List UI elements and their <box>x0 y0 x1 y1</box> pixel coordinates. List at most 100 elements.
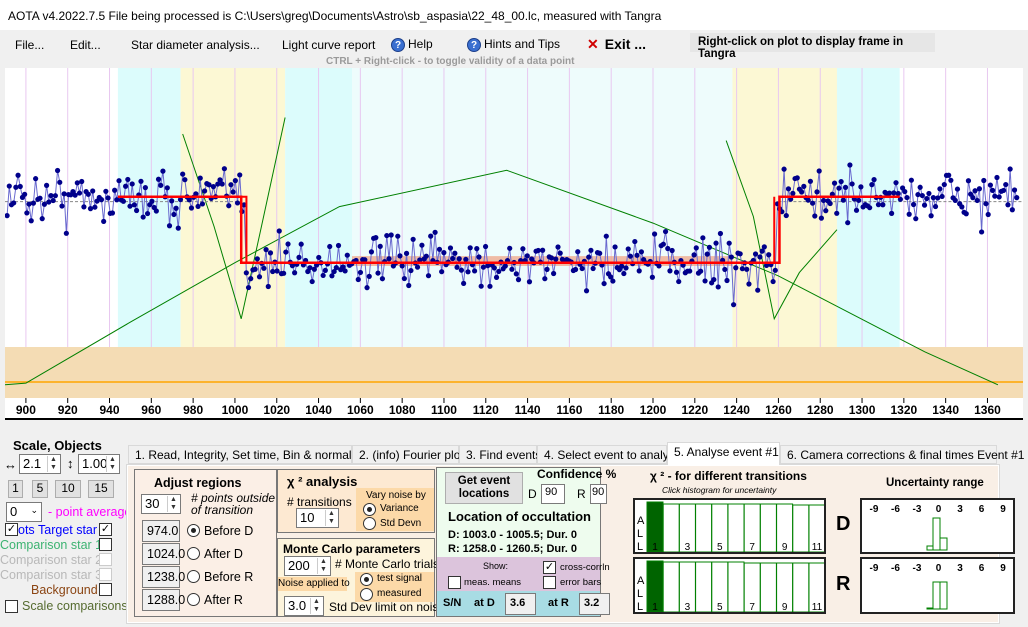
x-tick-label: 1320 <box>890 403 917 417</box>
light-curve-svg[interactable]: 900 920 940 960 980 1000 1020 1040 1060 1080 1100 1… <box>5 68 1023 418</box>
scale-comparisons-checkbox[interactable] <box>5 600 18 613</box>
region-value[interactable]: 974.0 <box>142 520 180 542</box>
target-star-prefix: ots <box>18 523 35 537</box>
data-point <box>166 223 173 229</box>
comparison-star-3-checkbox[interactable] <box>99 568 112 581</box>
spin-arrows-icon[interactable]: ▲ ▼ <box>317 558 329 574</box>
target-star-checkbox[interactable]: ✓ <box>99 523 112 536</box>
data-point <box>401 275 407 282</box>
confidence-d-input[interactable]: 90 <box>541 484 565 504</box>
comparison-star-2-checkbox[interactable] <box>99 553 112 566</box>
spin-arrows-icon[interactable]: ▲ ▼ <box>106 456 118 472</box>
show-label: Show: <box>483 561 509 571</box>
cross-correlation-checkbox[interactable]: ✓ <box>543 561 556 574</box>
region-radio[interactable] <box>187 570 200 583</box>
data-point <box>296 254 302 260</box>
data-point <box>158 182 164 188</box>
horizontal-scale-input[interactable]: 2.1 ▲ ▼ <box>19 454 61 474</box>
data-point <box>976 186 983 192</box>
vertical-scale-input[interactable]: 1.00 ▲ ▼ <box>78 454 120 474</box>
region-value[interactable]: 1238.0 <box>142 566 185 588</box>
menu-hints[interactable]: ? Hints and Tips <box>467 37 560 52</box>
scale-button-15[interactable]: 15 <box>88 480 114 498</box>
data-point <box>928 213 934 219</box>
uncertainty-tick: 6 <box>979 563 985 574</box>
stddev-radio[interactable] <box>363 517 376 530</box>
spin-arrows-icon[interactable]: ▲ ▼ <box>310 598 322 614</box>
data-point <box>924 195 930 202</box>
data-point <box>123 183 129 189</box>
monte-carlo-trials-input[interactable]: 200 ▲ ▼ <box>284 556 331 576</box>
data-point <box>129 181 135 187</box>
data-point <box>11 200 17 206</box>
scale-button-1[interactable]: 1 <box>8 480 23 498</box>
background-checkbox[interactable] <box>99 583 112 596</box>
tab-select-event[interactable]: 4. Select event to analyse <box>537 445 681 464</box>
tab-find-events[interactable]: 3. Find events <box>459 445 541 464</box>
data-point <box>13 184 19 190</box>
bar-label: 1 <box>652 542 658 552</box>
data-point <box>702 278 708 284</box>
data-point <box>327 243 333 250</box>
meas-means-checkbox[interactable] <box>448 576 461 589</box>
uncertainty-tick: -6 <box>891 504 900 515</box>
data-point <box>292 270 298 276</box>
test-signal-radio[interactable] <box>360 573 373 586</box>
uncertainty-tick: -9 <box>870 563 879 574</box>
get-event-locations-button[interactable]: Get event locations <box>445 472 523 504</box>
spin-arrows-icon[interactable]: ▲ ▼ <box>325 510 337 526</box>
tab-read-integrity[interactable]: 1. Read, Integrity, Set time, Bin & norm… <box>128 445 367 464</box>
menu-file[interactable]: File... <box>15 38 44 52</box>
menu-star-diameter[interactable]: Star diameter analysis... <box>131 38 260 52</box>
data-point <box>153 208 159 214</box>
points-outside-input[interactable]: 30 ▲ ▼ <box>141 494 181 514</box>
x-tick-label: 1280 <box>807 403 834 417</box>
tab-camera-corrections[interactable]: 6. Camera corrections & final times Even… <box>780 445 1024 464</box>
point-average-select[interactable]: 0 ⌄ <box>6 502 42 522</box>
variance-radio[interactable] <box>363 503 376 516</box>
data-point <box>660 241 666 247</box>
data-point <box>715 284 721 290</box>
data-point <box>493 274 500 280</box>
spin-arrows-icon[interactable]: ▲ ▼ <box>167 496 179 512</box>
data-point <box>979 229 985 235</box>
region-radio[interactable] <box>187 593 200 606</box>
tab-fourier-plot[interactable]: 2. (info) Fourier plot <box>352 445 464 464</box>
comparison-star-1-checkbox[interactable] <box>99 538 112 551</box>
bar-label: 5 <box>717 602 723 612</box>
menu-exit[interactable]: ✕ Exit ... <box>587 36 646 53</box>
menu-edit[interactable]: Edit... <box>70 38 101 52</box>
confidence-r-input[interactable]: 90 <box>590 484 607 504</box>
data-point <box>17 183 23 190</box>
x-tick-label: 900 <box>16 403 36 417</box>
data-point <box>869 182 875 188</box>
data-point <box>871 177 877 183</box>
std-dev-limit-input[interactable]: 3.0 ▲ ▼ <box>284 596 324 616</box>
scale-button-5[interactable]: 5 <box>32 480 48 498</box>
spin-arrows-icon[interactable]: ▲ ▼ <box>47 456 59 472</box>
region-value[interactable]: 1288.0 <box>142 589 185 611</box>
region-radio[interactable] <box>187 547 200 560</box>
chi2-histogram-d[interactable]: A L L 1 3 5 7 9 11 <box>633 498 826 554</box>
x-tick-label: 1200 <box>640 403 667 417</box>
transitions-input[interactable]: 10 ▲ ▼ <box>296 508 339 528</box>
x-tick-label: 940 <box>100 403 120 417</box>
chi2-histogram-r-svg[interactable]: ALL 1 3 5 7 9 11 <box>635 559 826 613</box>
region-radio[interactable] <box>187 524 200 537</box>
region-value[interactable]: 1024.0 <box>142 543 185 565</box>
data-point <box>744 266 750 272</box>
data-point <box>910 201 917 208</box>
menu-help[interactable]: ? Help <box>391 37 433 52</box>
menu-light-curve-report[interactable]: Light curve report <box>282 38 375 52</box>
light-curve-plot[interactable]: 900 920 940 960 980 1000 1020 1040 1060 1080 1100 1… <box>5 68 1023 420</box>
data-point <box>632 238 638 245</box>
tab-analyse-event[interactable]: 5. Analyse event #1 <box>667 442 780 465</box>
data-point <box>487 283 493 289</box>
chi2-histogram-d-svg[interactable]: ALL 1 3 5 7 9 11 <box>635 500 826 553</box>
chi2-histogram-r[interactable]: A L L 1 3 5 7 9 11 <box>633 557 826 614</box>
error-bars-checkbox[interactable] <box>543 576 556 589</box>
transitions-label: # transitions <box>287 495 352 509</box>
data-point <box>85 191 91 197</box>
scale-button-10[interactable]: 10 <box>55 480 81 498</box>
show-points-checkbox[interactable]: ✓ <box>5 523 18 536</box>
